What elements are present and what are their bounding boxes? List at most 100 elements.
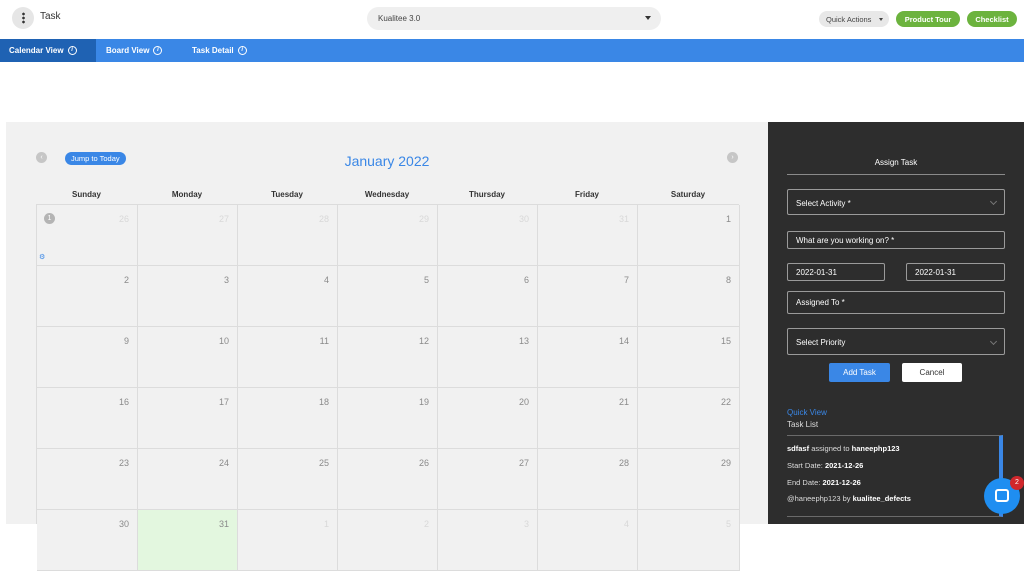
calendar-day-cell[interactable]: 23 xyxy=(37,449,138,510)
checklist-button[interactable]: Checklist xyxy=(967,11,1017,27)
calendar-day-cell[interactable]: 26 xyxy=(338,449,438,510)
calendar-day-cell[interactable]: 25 xyxy=(238,449,338,510)
calendar-day-cell[interactable]: 21 xyxy=(538,388,638,449)
day-number: 3 xyxy=(223,275,229,285)
project-select[interactable]: Kualitee 3.0 xyxy=(367,7,661,30)
tab-calendar-view[interactable]: Calendar View i xyxy=(0,39,96,62)
calendar-day-cell[interactable]: 1 xyxy=(638,205,740,266)
info-icon[interactable]: i xyxy=(67,46,77,55)
calendar-day-cell[interactable]: 8 xyxy=(638,266,740,327)
tab-task-detail[interactable]: Task Detail i xyxy=(192,39,262,62)
calendar-day-cell[interactable]: 3 xyxy=(138,266,238,327)
calendar-day-cell[interactable]: 4 xyxy=(538,510,638,571)
calendar-day-cell[interactable]: 17 xyxy=(138,388,238,449)
calendar-day-cell[interactable]: 12 xyxy=(338,327,438,388)
calendar-day-cell[interactable]: 16 xyxy=(37,388,138,449)
calendar-day-cell[interactable]: 22 xyxy=(638,388,740,449)
task-end-date: End Date: 2021-12-26 xyxy=(787,478,861,487)
day-number: 11 xyxy=(319,336,329,346)
calendar-day-cell[interactable]: 28 xyxy=(238,205,338,266)
calendar-day-cell[interactable]: 7 xyxy=(538,266,638,327)
weekday-header: Sunday xyxy=(72,190,101,199)
gear-icon[interactable]: ⚙ xyxy=(39,253,45,261)
calendar-day-cell[interactable]: 14 xyxy=(538,327,638,388)
day-number: 30 xyxy=(118,519,129,529)
task-list-item[interactable]: sdfasf assigned to haneephp123 Start Dat… xyxy=(787,435,1003,517)
day-number: 13 xyxy=(518,336,529,346)
calendar-day-cell[interactable]: 30 xyxy=(438,205,538,266)
weekday-header: Tuesday xyxy=(271,190,303,199)
task-assignment: sdfasf assigned to haneephp123 xyxy=(787,444,900,453)
quick-view-link[interactable]: Quick View xyxy=(787,408,827,417)
day-number: 15 xyxy=(720,336,731,346)
chat-unread-badge: 2 xyxy=(1010,476,1024,490)
info-icon[interactable]: i xyxy=(237,46,247,55)
assigned-to-input[interactable]: Assigned To * xyxy=(787,291,1005,314)
calendar-day-cell[interactable]: 9 xyxy=(37,327,138,388)
calendar-day-cell[interactable]: 29 xyxy=(338,205,438,266)
start-date-input[interactable]: 2022-01-31 xyxy=(787,263,885,281)
day-number: 27 xyxy=(218,214,229,224)
cancel-button[interactable]: Cancel xyxy=(902,363,962,382)
weekday-header: Saturday xyxy=(670,190,706,199)
calendar-day-cell[interactable]: 28 xyxy=(538,449,638,510)
calendar-day-cell[interactable]: 27 xyxy=(438,449,538,510)
day-number: 4 xyxy=(623,519,629,529)
calendar-day-cell[interactable]: 15 xyxy=(638,327,740,388)
calendar-day-cell[interactable]: 18 xyxy=(238,388,338,449)
calendar-day-cell[interactable]: 4 xyxy=(238,266,338,327)
quick-actions-button[interactable]: Quick Actions xyxy=(819,11,889,27)
day-number: 5 xyxy=(423,275,429,285)
calendar-day-cell[interactable]: 5 xyxy=(638,510,740,571)
day-number: 3 xyxy=(523,519,529,529)
event-count-badge[interactable]: 1 xyxy=(44,213,55,224)
select-activity-dropdown[interactable]: Select Activity * xyxy=(787,189,1005,215)
calendar-day-cell[interactable]: 31 xyxy=(138,510,238,571)
calendar-day-cell[interactable]: 29 xyxy=(638,449,740,510)
calendar-day-cell[interactable]: 19 xyxy=(338,388,438,449)
calendar-day-cell[interactable]: 10 xyxy=(138,327,238,388)
end-value: 2021-12-26 xyxy=(822,478,861,487)
task-project: kualitee_defects xyxy=(852,494,911,503)
calendar: ‹ Jump to Today January 2022 › Sunday Mo… xyxy=(6,122,768,571)
end-date-input[interactable]: 2022-01-31 xyxy=(906,263,1005,281)
dropdown-placeholder: Select Priority xyxy=(796,338,846,347)
end-label: End Date: xyxy=(787,478,821,487)
select-priority-dropdown[interactable]: Select Priority xyxy=(787,328,1005,355)
day-number: 7 xyxy=(623,275,629,285)
mention-user: @haneephp123 xyxy=(787,494,841,503)
calendar-day-cell[interactable]: 13 xyxy=(438,327,538,388)
month-title: January 2022 xyxy=(344,153,430,169)
day-number: 17 xyxy=(218,397,229,407)
calendar-day-cell[interactable]: 3 xyxy=(438,510,538,571)
calendar-day-cell[interactable]: 31 xyxy=(538,205,638,266)
working-on-input[interactable]: What are you working on? * xyxy=(787,231,1005,249)
day-number: 31 xyxy=(618,214,629,224)
day-number: 29 xyxy=(720,458,731,468)
tab-board-view[interactable]: Board View i xyxy=(106,39,176,62)
calendar-day-cell[interactable]: 6 xyxy=(438,266,538,327)
start-value: 2021-12-26 xyxy=(824,461,864,470)
calendar-day-cell[interactable]: 2 xyxy=(338,510,438,571)
calendar-day-cell[interactable]: 11 xyxy=(238,327,338,388)
day-number: 23 xyxy=(118,458,129,468)
calendar-day-cell[interactable]: 30 xyxy=(37,510,138,571)
calendar-day-cell[interactable]: 20 xyxy=(438,388,538,449)
add-task-button[interactable]: Add Task xyxy=(829,363,890,382)
calendar-day-cell[interactable]: 2 xyxy=(37,266,138,327)
calendar-day-cell[interactable]: 5 xyxy=(338,266,438,327)
day-number: 14 xyxy=(618,336,629,346)
dropdown-placeholder: Select Activity * xyxy=(796,199,851,208)
calendar-day-cell[interactable]: 27 xyxy=(138,205,238,266)
task-list-label: Task List xyxy=(787,420,819,429)
info-icon[interactable]: i xyxy=(153,46,163,55)
day-number: 2 xyxy=(423,519,429,529)
calendar-day-cell[interactable]: 26 1 ⚙ xyxy=(37,205,138,266)
next-month-icon[interactable]: › xyxy=(727,152,738,163)
caret-down-icon xyxy=(879,18,883,21)
day-number: 20 xyxy=(518,397,529,407)
calendar-day-cell[interactable]: 24 xyxy=(138,449,238,510)
product-tour-button[interactable]: Product Tour xyxy=(896,11,960,27)
more-menu-icon[interactable] xyxy=(12,7,34,29)
calendar-day-cell[interactable]: 1 xyxy=(238,510,338,571)
